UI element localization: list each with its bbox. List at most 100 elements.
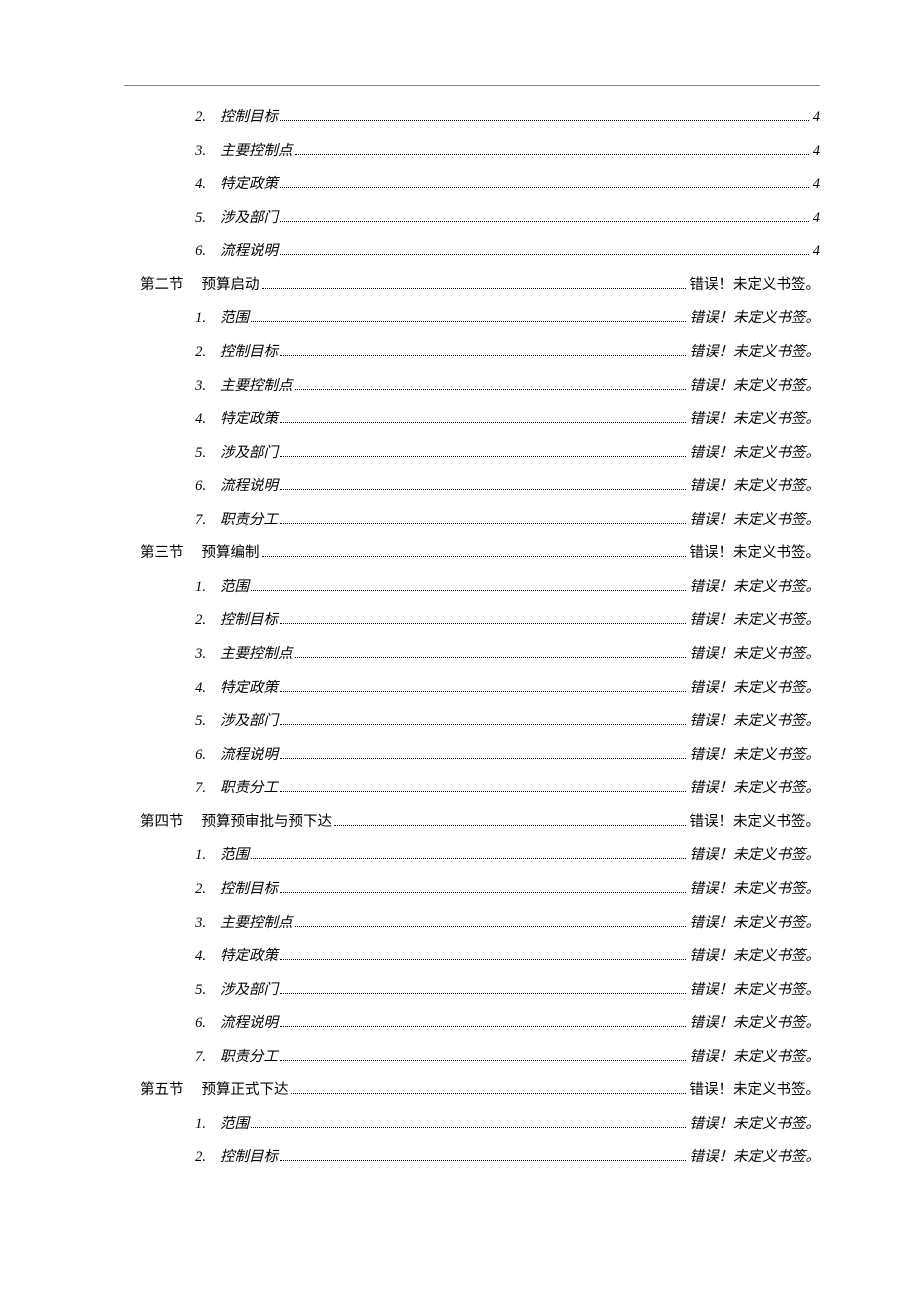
toc-title: 流程说明: [220, 477, 278, 497]
toc-leader-dots: [280, 680, 686, 691]
toc-row: 2.控制目标4: [124, 108, 820, 128]
toc-leader-dots: [280, 513, 686, 524]
toc-leader-dots: [280, 445, 686, 456]
toc-number: 6.: [172, 1014, 220, 1034]
toc-title: 控制目标: [220, 880, 278, 900]
toc-page-ref: 错误！未定义书签。: [690, 611, 821, 631]
toc-title: 预算启动: [202, 276, 260, 296]
toc-title: 特定政策: [220, 410, 278, 430]
toc-page-ref: 错误！未定义书签。: [690, 645, 821, 665]
toc-leader-dots: [251, 580, 686, 591]
toc-leader-dots: [280, 982, 686, 993]
toc-page-ref: 错误！未定义书签。: [690, 846, 821, 866]
toc-page-ref: 错误！未定义书签。: [690, 679, 821, 699]
toc-leader-dots: [280, 211, 809, 222]
toc-leader-dots: [280, 781, 686, 792]
toc-number: 3.: [172, 645, 220, 665]
toc-title: 涉及部门: [220, 981, 278, 1001]
toc-leader-dots: [280, 1050, 686, 1061]
toc-number: 1.: [172, 309, 220, 329]
toc-page-ref: 错误！未定义书签。: [690, 1148, 821, 1168]
toc-row: 2.控制目标错误！未定义书签。: [124, 343, 820, 363]
toc-page-ref: 错误！未定义书签。: [690, 880, 821, 900]
toc-leader-dots: [295, 915, 686, 926]
toc-number: 4.: [172, 175, 220, 195]
toc-number: 第五节: [140, 1081, 202, 1101]
toc-number: 3.: [172, 377, 220, 397]
toc-page-ref: 错误！未定义书签。: [690, 1081, 821, 1101]
toc-leader-dots: [262, 278, 686, 289]
toc-row: 4.特定政策错误！未定义书签。: [124, 679, 820, 699]
toc-leader-dots: [280, 177, 809, 188]
toc-leader-dots: [295, 143, 809, 154]
toc-number: 2.: [172, 108, 220, 128]
toc-title: 特定政策: [220, 175, 278, 195]
toc-row: 3.主要控制点4: [124, 142, 820, 162]
toc-number: 2.: [172, 1148, 220, 1168]
toc-title: 范围: [220, 578, 249, 598]
toc-row: 2.控制目标错误！未定义书签。: [124, 880, 820, 900]
toc-page-ref: 错误！未定义书签。: [690, 779, 821, 799]
toc-leader-dots: [280, 613, 686, 624]
toc-row: 第五节预算正式下达错误！未定义书签。: [124, 1081, 820, 1101]
toc-number: 4.: [172, 947, 220, 967]
toc-page-ref: 错误！未定义书签。: [690, 1115, 821, 1135]
toc-title: 预算预审批与预下达: [202, 813, 333, 833]
toc-number: 第三节: [140, 544, 202, 564]
toc-number: 4.: [172, 410, 220, 430]
toc-page-ref: 4: [813, 209, 820, 229]
toc-number: 2.: [172, 611, 220, 631]
toc-row: 3.主要控制点错误！未定义书签。: [124, 914, 820, 934]
toc-number: 3.: [172, 142, 220, 162]
toc-leader-dots: [280, 748, 686, 759]
toc-row: 5.涉及部门错误！未定义书签。: [124, 444, 820, 464]
toc-title: 流程说明: [220, 242, 278, 262]
toc-leader-dots: [280, 1150, 686, 1161]
toc-row: 第三节预算编制错误！未定义书签。: [124, 544, 820, 564]
toc-row: 7.职责分工错误！未定义书签。: [124, 511, 820, 531]
toc-title: 控制目标: [220, 1148, 278, 1168]
toc-leader-dots: [280, 412, 686, 423]
toc-page-ref: 4: [813, 108, 820, 128]
toc-row: 1.范围错误！未定义书签。: [124, 578, 820, 598]
toc-number: 7.: [172, 1048, 220, 1068]
toc-title: 涉及部门: [220, 209, 278, 229]
toc-row: 3.主要控制点错误！未定义书签。: [124, 377, 820, 397]
toc-title: 控制目标: [220, 343, 278, 363]
toc-leader-dots: [280, 479, 686, 490]
toc-title: 控制目标: [220, 611, 278, 631]
toc-row: 6.流程说明错误！未定义书签。: [124, 1014, 820, 1034]
toc-page-ref: 错误！未定义书签。: [690, 746, 821, 766]
toc-page-ref: 错误！未定义书签。: [690, 309, 821, 329]
toc-row: 1.范围 错误！未定义书签。: [124, 309, 820, 329]
toc-title: 主要控制点: [220, 645, 293, 665]
toc-leader-dots: [280, 244, 809, 255]
toc-row: 6.流程说明错误！未定义书签。: [124, 477, 820, 497]
toc-number: 第四节: [140, 813, 202, 833]
toc-number: 5.: [172, 981, 220, 1001]
toc-number: 7.: [172, 779, 220, 799]
toc-page-ref: 错误！未定义书签。: [690, 712, 821, 732]
toc-row: 7.职责分工错误！未定义书签。: [124, 779, 820, 799]
toc-title: 职责分工: [220, 1048, 278, 1068]
toc-number: 6.: [172, 242, 220, 262]
toc-title: 涉及部门: [220, 444, 278, 464]
toc-page-ref: 错误！未定义书签。: [690, 343, 821, 363]
toc-row: 2.控制目标 错误！未定义书签。: [124, 1148, 820, 1168]
toc-row: 2.控制目标 错误！未定义书签。: [124, 611, 820, 631]
toc-leader-dots: [251, 311, 686, 322]
toc-page-ref: 错误！未定义书签。: [690, 947, 821, 967]
toc-page-ref: 4: [813, 175, 820, 195]
toc-row: 4.特定政策错误！未定义书签。: [124, 410, 820, 430]
toc-leader-dots: [280, 110, 809, 121]
toc-title: 预算编制: [202, 544, 260, 564]
toc-row: 4.特定政策 4: [124, 175, 820, 195]
toc-number: 1.: [172, 1115, 220, 1135]
toc-page-ref: 错误！未定义书签。: [690, 377, 821, 397]
toc-page-ref: 4: [813, 242, 820, 262]
toc-title: 范围: [220, 309, 249, 329]
toc-page-ref: 错误！未定义书签。: [690, 813, 821, 833]
toc-title: 特定政策: [220, 679, 278, 699]
toc-row: 4.特定政策错误！未定义书签。: [124, 947, 820, 967]
toc-leader-dots: [295, 647, 686, 658]
